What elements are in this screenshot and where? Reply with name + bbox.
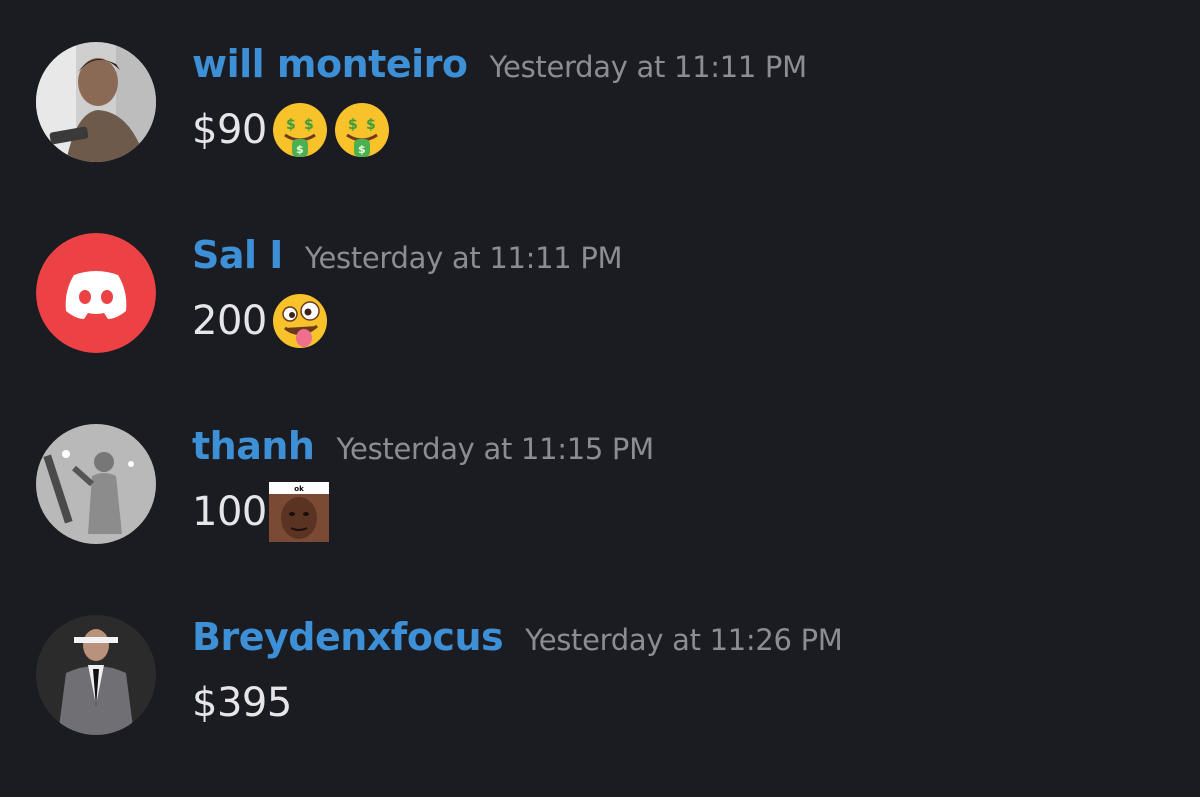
username[interactable]: Sal I [192, 233, 283, 277]
user-avatar[interactable] [36, 42, 156, 162]
money-mouth-face-icon[interactable]: $ $ $ [333, 101, 391, 159]
discord-logo-icon [36, 233, 156, 353]
username[interactable]: will monteiro [192, 42, 468, 86]
message-item[interactable]: Sal I Yesterday at 11:11 PM 200 [0, 233, 1200, 363]
svg-text:$: $ [358, 143, 366, 156]
message-text: $90 [192, 107, 267, 153]
message-header: Sal I Yesterday at 11:11 PM [192, 233, 623, 283]
message-content: 200 [192, 291, 329, 351]
message-content: $395 [192, 673, 292, 733]
message-header: Breydenxfocus Yesterday at 11:26 PM [192, 615, 843, 665]
svg-text:$: $ [304, 117, 314, 133]
timestamp: Yesterday at 11:15 PM [336, 432, 654, 466]
person-photo-icon [36, 42, 156, 162]
money-mouth-face-icon[interactable]: $ $ $ [271, 101, 329, 159]
message-header: will monteiro Yesterday at 11:11 PM [192, 42, 807, 92]
svg-text:$: $ [348, 117, 358, 133]
username[interactable]: Breydenxfocus [192, 615, 504, 659]
ok-face-sticker-icon[interactable]: ok [268, 482, 329, 542]
sticker-caption: ok [294, 485, 304, 493]
message-item[interactable]: Breydenxfocus Yesterday at 11:26 PM $395 [0, 615, 1200, 745]
username[interactable]: thanh [192, 424, 315, 468]
timestamp: Yesterday at 11:11 PM [489, 50, 807, 84]
sketch-art-icon [36, 424, 156, 544]
message-text: 200 [192, 298, 267, 344]
user-avatar[interactable] [36, 233, 156, 353]
user-avatar[interactable] [36, 424, 156, 544]
message-item[interactable]: thanh Yesterday at 11:15 PM 100 ok [0, 424, 1200, 554]
user-avatar[interactable] [36, 615, 156, 735]
svg-text:$: $ [286, 117, 296, 133]
svg-text:$: $ [366, 117, 376, 133]
message-text: $395 [192, 680, 292, 726]
timestamp: Yesterday at 11:26 PM [525, 623, 843, 657]
message-content: $90 $ $ $ $ $ $ [192, 100, 391, 160]
timestamp: Yesterday at 11:11 PM [304, 241, 623, 275]
message-header: thanh Yesterday at 11:15 PM [192, 424, 654, 474]
message-content: 100 ok [192, 482, 329, 542]
message-list: will monteiro Yesterday at 11:11 PM $90 $… [0, 0, 1200, 797]
message-item[interactable]: will monteiro Yesterday at 11:11 PM $90 $… [0, 42, 1200, 172]
svg-text:$: $ [296, 143, 304, 156]
zany-face-icon[interactable] [271, 292, 329, 350]
person-suit-icon [36, 615, 156, 735]
message-text: 100 [192, 489, 267, 535]
